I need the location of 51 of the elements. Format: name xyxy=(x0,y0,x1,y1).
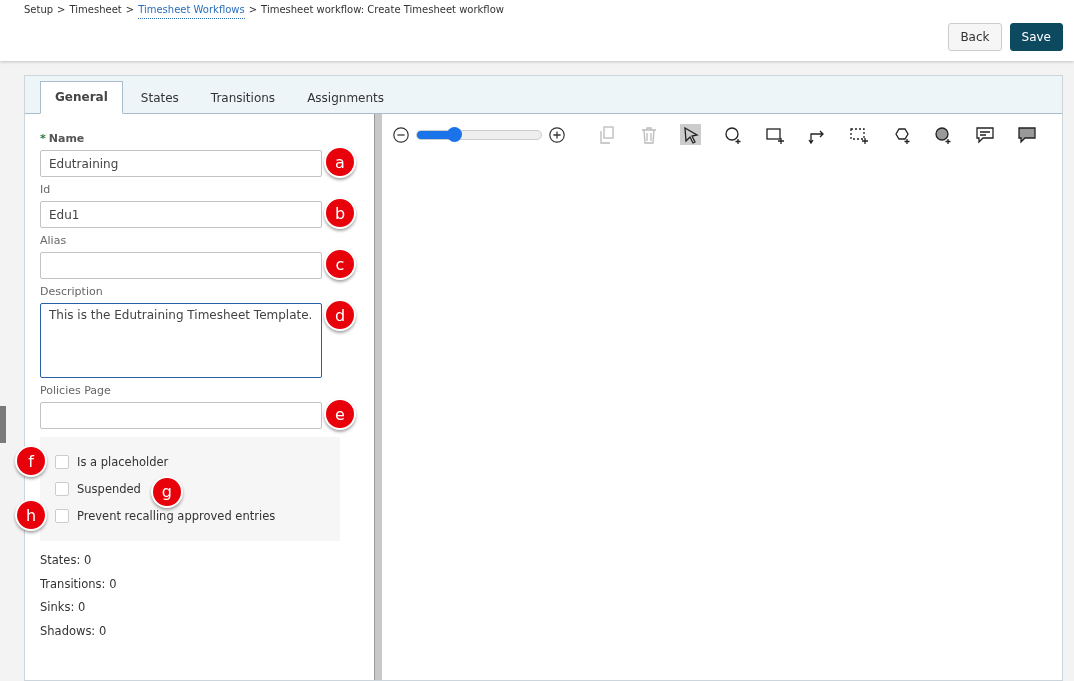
stat-text: Shadows: 0 xyxy=(40,623,108,640)
zoom-out-icon[interactable] xyxy=(392,125,410,144)
checkbox[interactable] xyxy=(55,481,69,496)
input-field[interactable] xyxy=(40,402,322,429)
checkbox-label: Suspended xyxy=(77,481,141,496)
annotation-marker: b xyxy=(324,197,356,229)
annotation-marker: f xyxy=(15,445,47,477)
annotation-marker: e xyxy=(324,398,356,430)
required-asterisk: * xyxy=(40,132,46,145)
field-label: Description xyxy=(40,285,103,298)
add-circle-icon[interactable] xyxy=(722,124,743,145)
breadcrumb-link[interactable]: Timesheet Workflows xyxy=(138,4,245,19)
sidebar-toggle[interactable] xyxy=(0,406,6,443)
input-field[interactable]: Edu1 xyxy=(40,201,322,228)
annotation-marker: a xyxy=(324,146,356,178)
annotation-marker: h xyxy=(15,499,47,531)
stat-text: Sinks: 0 xyxy=(40,600,87,616)
breadcrumb-separator: > xyxy=(125,4,135,17)
zoom-in-icon[interactable] xyxy=(548,125,566,144)
save-button[interactable]: Save xyxy=(1009,23,1063,51)
input-field[interactable] xyxy=(40,252,322,279)
annotation-marker: d xyxy=(324,299,356,331)
field-label: Name xyxy=(48,132,85,145)
breadcrumb-item: Timesheet workflow: Create Timesheet workflow xyxy=(261,4,504,17)
annotation-marker: g xyxy=(150,475,183,508)
comment-icon[interactable] xyxy=(974,124,995,145)
back-button[interactable]: Back xyxy=(948,23,1002,51)
checkbox-label: Prevent recalling approved entries xyxy=(77,508,276,523)
breadcrumb-separator: > xyxy=(248,4,258,17)
checkbox-label: Is a placeholder xyxy=(77,454,169,469)
stat-text: Transitions: 0 xyxy=(40,576,118,593)
tab[interactable]: Transitions xyxy=(196,83,290,114)
breadcrumb-item: Timesheet xyxy=(69,4,122,17)
tab[interactable]: Assignments xyxy=(293,83,399,114)
tab[interactable]: States xyxy=(126,83,193,114)
shaded-comment-icon[interactable] xyxy=(1016,124,1037,145)
breadcrumb-separator: > xyxy=(57,4,66,17)
annotation-marker: c xyxy=(324,248,356,280)
pointer-icon[interactable] xyxy=(680,124,701,145)
checkbox[interactable] xyxy=(55,508,69,523)
description-field[interactable]: This is the Edutraining Timesheet Template. xyxy=(40,303,322,378)
field-label: Alias xyxy=(40,234,67,247)
tab[interactable]: General xyxy=(40,81,123,114)
field-label: Policies Page xyxy=(40,384,111,397)
input-field[interactable]: Edutraining xyxy=(40,150,322,177)
stat-text: States: 0 xyxy=(40,553,93,569)
checkbox[interactable] xyxy=(55,454,69,469)
add-shaded-circle-icon[interactable] xyxy=(932,124,953,145)
breadcrumb-item: Setup xyxy=(24,4,54,17)
field-label: Id xyxy=(40,183,51,196)
zoom-slider-thumb[interactable] xyxy=(447,126,463,142)
